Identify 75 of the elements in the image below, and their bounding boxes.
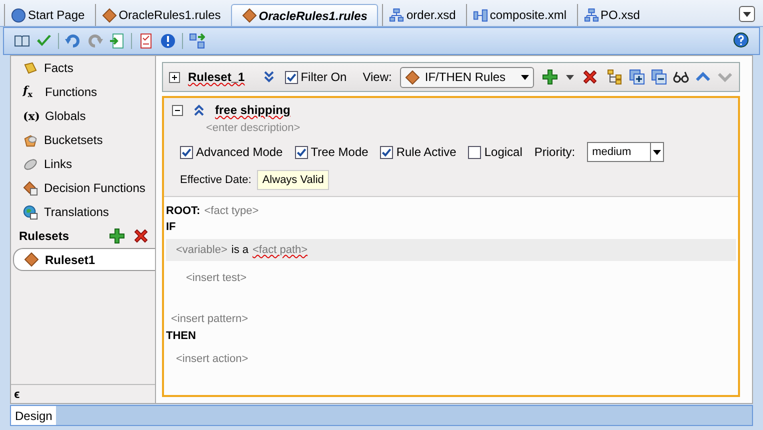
fact-path-placeholder[interactable]: <fact path> [252,244,308,256]
checkbox[interactable] [180,146,193,158]
import-icon[interactable] [109,33,125,49]
editor-tab[interactable]: PO.xsd [576,4,646,26]
globe-icon [23,204,38,220]
navigator-item[interactable]: Facts [11,56,155,80]
root-label: ROOT: [166,205,200,217]
effective-date-label: Effective Date: [180,174,252,186]
diagram-icon [472,8,488,22]
undo-icon[interactable] [65,33,81,49]
collapse-icon[interactable]: ϵ [14,387,20,401]
glasses-icon[interactable] [673,69,689,85]
insert-pattern-placeholder[interactable]: <insert pattern> [171,313,248,325]
collapse-all-icon[interactable] [651,69,667,85]
checkbox[interactable] [284,70,298,84]
priority-label: Priority: [534,145,576,159]
editor-tab[interactable]: OracleRules1.rules [94,4,227,26]
compare-icon[interactable] [189,33,205,49]
view-dropdown[interactable]: IF/THEN Rules [400,66,534,88]
navigator-item[interactable]: Translations [11,200,155,224]
diamond-icon [102,8,117,22]
section-heading: Rulesets [19,229,70,243]
if-keyword: IF [166,221,176,233]
checkbox-label: Filter On [300,70,347,84]
navigator-item[interactable]: Bucketsets [11,128,155,152]
decision-function-icon [23,180,38,196]
effective-date-field[interactable]: Always Valid [257,170,329,190]
ruleset-name: Ruleset_1 [188,70,245,84]
diamond-icon [242,8,257,23]
editor-tab[interactable]: Start Page [4,4,91,26]
navigator-item[interactable]: Decision Functions [11,176,155,200]
ruleset-icon [24,252,39,267]
alert-icon[interactable] [160,33,176,49]
expand-all-icon[interactable] [629,69,645,85]
connector-text: is a [231,244,248,256]
insert-test-placeholder[interactable]: <insert test> [186,272,247,284]
checkbox-label: Rule Active [396,145,456,159]
then-keyword: THEN [166,330,196,342]
hierarchy-icon [389,8,404,22]
editor-tab[interactable]: order.xsd [382,4,462,26]
function-icon: f$_{x}$ [23,84,39,100]
editor-tab[interactable]: composite.xml [466,4,573,26]
fact-type-placeholder[interactable]: <fact type> [204,205,259,217]
checkbox[interactable] [294,146,308,158]
tree-icon[interactable] [607,69,623,85]
delete-icon[interactable] [582,69,598,85]
checkbox-label: Advanced Mode [196,145,283,159]
checkbox-label: Logical [484,145,522,159]
insert-action-placeholder[interactable]: <insert action> [176,353,248,365]
checkbox[interactable] [468,146,482,158]
priority-dropdown[interactable]: medium [587,142,664,162]
design-tab[interactable]: Design [11,406,56,425]
caret-icon[interactable] [520,74,529,80]
checkbox-label: Tree Mode [310,145,368,159]
delete-ruleset-icon[interactable] [133,228,149,244]
variable-icon: (x) [23,110,39,122]
hierarchy-icon [584,8,599,22]
caret-icon[interactable] [653,150,662,154]
rule-name: free shipping [215,103,290,117]
collapse-icon[interactable] [172,104,183,116]
dropdown-caret-icon[interactable] [566,74,574,80]
editor-tab[interactable]: OracleRules1.rules [230,4,378,26]
variable-placeholder[interactable]: <variable> [176,244,228,256]
tab-list-icon[interactable] [739,6,755,22]
expand-icon[interactable] [169,72,180,82]
ruleset-item[interactable]: Ruleset1 [13,248,155,271]
navigator-item[interactable]: f$_{x}$ Functions [11,80,155,104]
rules-icon [404,70,420,84]
add-icon[interactable] [542,69,558,85]
navigator-item[interactable]: Links [11,152,155,176]
view-label: View: [362,70,392,84]
navigator-item[interactable]: (x) Globals [11,104,155,128]
checklist-icon[interactable] [138,33,154,49]
add-ruleset-icon[interactable] [109,228,125,244]
checkbox[interactable] [380,146,394,158]
